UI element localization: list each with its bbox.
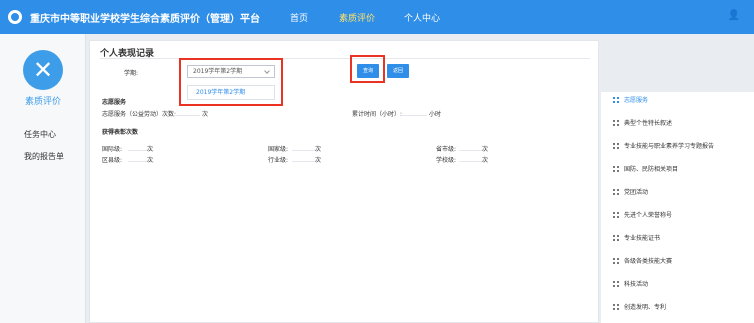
user-icon[interactable]: 👤 [728,10,740,21]
volunteer-count-field[interactable] [174,107,200,116]
grid-icon [613,166,619,172]
award-industry-label: 行业级: [268,157,289,164]
cumulative-time-label: 累计时间（小时）: [352,111,403,118]
sidebar-item-my-report[interactable]: 我的报告单 [24,151,64,162]
back-button[interactable]: 返回 [387,64,409,78]
term-label: 学期: [124,70,139,77]
grid-icon [613,258,619,264]
grid-icon [613,304,619,310]
award-school-unit: 次 [482,157,489,164]
award-provincial-unit: 次 [482,146,489,153]
top-navigation-bar: 重庆市中等职业学校学生综合素质评价（管理）平台 首页 素质评价 个人中心 👤 [0,0,754,34]
anchor-skill-report[interactable]: 专业技能与职业素养学习专题报告 [613,141,714,150]
anchor-honors[interactable]: 先进个人荣誉称号 [613,210,672,219]
grid-icon [613,281,619,287]
volunteer-section-title: 志愿服务 [102,99,127,106]
dropdown-highlight-box [179,58,283,106]
title-divider [100,58,590,59]
anchor-inventions[interactable]: 创造发明、专利 [613,302,666,311]
grid-icon [613,143,619,149]
award-industry-unit: 次 [315,157,322,164]
sidebar-item-task-center[interactable]: 任务中心 [24,129,56,140]
award-provincial-label: 省市级: [436,146,457,153]
anchor-science[interactable]: 科技活动 [613,279,648,288]
sidebar-title: 素质评价 [24,97,61,107]
award-district-unit: 次 [147,157,154,164]
grid-icon [613,97,619,103]
grid-icon [613,189,619,195]
app-title: 重庆市中等职业学校学生综合素质评价（管理）平台 [30,14,260,25]
app-logo [8,10,22,24]
pencil-ruler-icon: ✕ [23,50,63,90]
award-district-label: 区县级: [102,157,123,164]
anchor-volunteer[interactable]: 志愿服务 [613,95,648,104]
anchor-party-activities[interactable]: 党团活动 [613,187,648,196]
award-national-label: 国家级: [268,146,289,153]
nav-personal-center[interactable]: 个人中心 [404,11,440,24]
award-school-label: 学校级: [436,157,457,164]
anchor-personality[interactable]: 典型个性特长叙述 [613,118,672,127]
cumulative-time-unit: 小时 [429,111,442,118]
grid-icon [613,120,619,126]
section-anchor-nav: 志愿服务 典型个性特长叙述 专业技能与职业素养学习专题报告 国防、民防相关项目 … [601,92,754,323]
grid-icon [613,235,619,241]
nav-home[interactable]: 首页 [290,11,308,24]
anchor-competitions[interactable]: 各级各类技能大赛 [613,256,672,265]
nav-quality-evaluation[interactable]: 素质评价 [339,11,375,24]
award-international-unit: 次 [147,146,154,153]
cumulative-time-field[interactable] [401,107,427,116]
awards-section-title: 获得表彰次数 [102,129,139,136]
volunteer-count-unit: 次 [202,111,209,118]
left-sidebar: ✕ 素质评价 任务中心 我的报告单 [0,34,86,323]
search-highlight-box [350,55,385,83]
award-national-unit: 次 [315,146,322,153]
personal-record-panel: 个人表现记录 学期: 2019学年第2学期 2019学年第2学期 查询 返回 志… [89,40,599,323]
anchor-certificates[interactable]: 专业技能证书 [613,233,660,242]
award-international-label: 国际级: [102,146,123,153]
grid-icon [613,212,619,218]
anchor-defense[interactable]: 国防、民防相关项目 [613,164,678,173]
volunteer-count-label: 志愿服务（公益劳动）次数: [102,111,177,118]
